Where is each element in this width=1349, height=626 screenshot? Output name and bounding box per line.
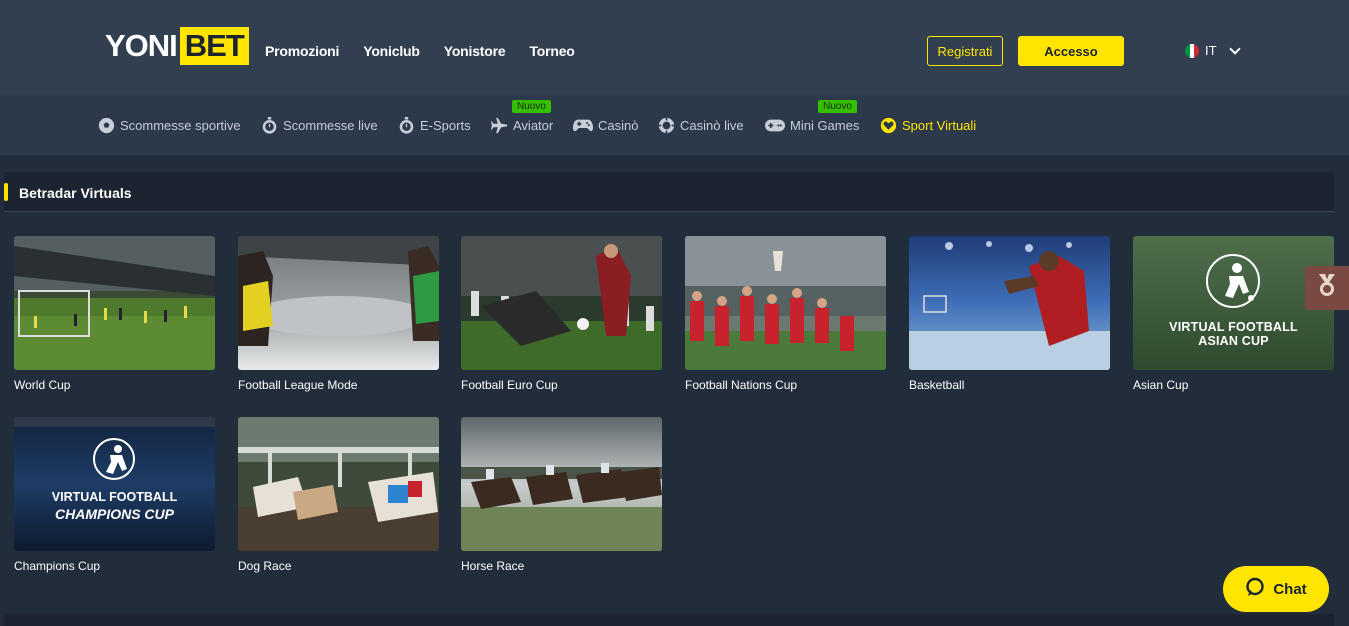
- subnav-aviator[interactable]: Nuovo Aviator: [491, 100, 554, 134]
- stopwatch-icon: [261, 117, 278, 134]
- thumbnail-caption: ASIAN CUP: [1198, 334, 1269, 348]
- logo-text-bet: BET: [179, 27, 249, 65]
- subnav-label: Scommesse live: [283, 118, 378, 133]
- game-title: Champions Cup: [14, 559, 101, 573]
- subnav-scommesse-sportive[interactable]: Scommesse sportive: [98, 117, 241, 134]
- game-card-horse-race[interactable]: Horse Race: [461, 417, 662, 573]
- game-card-dog-race[interactable]: Dog Race: [238, 417, 439, 573]
- subnav-label: E-Sports: [420, 118, 471, 133]
- subnav-mini-games[interactable]: Nuovo Mini Games: [765, 100, 860, 134]
- game-title: Horse Race: [461, 559, 525, 573]
- subnav-label: Mini Games: [790, 118, 860, 133]
- game-thumbnail[interactable]: [238, 236, 439, 370]
- login-button[interactable]: Accesso: [1018, 36, 1124, 66]
- medal-rewards-tab[interactable]: [1305, 266, 1349, 310]
- game-thumbnail[interactable]: VIRTUAL FOOTBALL ASIAN CUP: [1133, 236, 1334, 370]
- poker-chip-icon: [658, 117, 675, 134]
- game-thumbnail[interactable]: [685, 236, 886, 370]
- game-card-basketball[interactable]: Basketball: [909, 236, 1110, 392]
- game-title: Asian Cup: [1133, 378, 1189, 392]
- medal-icon: [1316, 273, 1338, 303]
- subnav-scommesse-live[interactable]: Scommesse live: [261, 117, 378, 134]
- game-title: Football Nations Cup: [685, 378, 798, 392]
- game-title: Football Euro Cup: [461, 378, 558, 392]
- game-title: Football League Mode: [238, 378, 358, 392]
- subnav-casino[interactable]: Casinò: [573, 117, 638, 134]
- subnav-label: Aviator: [513, 118, 554, 133]
- logo-text-yoni: YONI: [105, 28, 178, 63]
- thumbnail-caption: CHAMPIONS CUP: [54, 506, 174, 522]
- chat-bubble-icon: [1245, 577, 1265, 601]
- subnav-label: Sport Virtuali: [902, 118, 977, 133]
- heart-shield-icon: [880, 117, 897, 134]
- new-badge: Nuovo: [818, 100, 857, 113]
- plane-icon: [491, 117, 508, 134]
- game-title: World Cup: [14, 378, 71, 392]
- thumbnail-caption: VIRTUAL FOOTBALL: [51, 490, 178, 504]
- next-section-header: [4, 614, 1334, 626]
- soccer-ball-icon: [98, 117, 115, 134]
- chevron-down-icon: [1228, 42, 1241, 55]
- top-header: YONI BET Promozioni Yoniclub Yonistore T…: [0, 0, 1349, 95]
- game-card-football-nations-cup[interactable]: Football Nations Cup: [685, 236, 886, 392]
- game-card-world-cup[interactable]: World Cup: [14, 236, 215, 392]
- stopwatch-icon: [398, 117, 415, 134]
- nav-promozioni[interactable]: Promozioni: [265, 43, 339, 59]
- subnav-esports[interactable]: E-Sports: [398, 117, 471, 134]
- game-thumbnail[interactable]: [238, 417, 439, 551]
- language-code: IT: [1205, 43, 1217, 58]
- italy-flag-icon: [1185, 43, 1199, 58]
- section-title: Betradar Virtuals: [19, 185, 132, 201]
- chat-label: Chat: [1273, 580, 1307, 598]
- subnav-label: Casinò: [598, 118, 639, 133]
- main-nav: Promozioni Yoniclub Yonistore Torneo: [265, 43, 575, 59]
- section-accent-bar: [4, 183, 8, 201]
- game-card-football-league-mode[interactable]: Football League Mode: [238, 236, 439, 392]
- nav-yonistore[interactable]: Yonistore: [444, 43, 506, 59]
- game-thumbnail[interactable]: VIRTUAL FOOTBALL CHAMPIONS CUP: [14, 417, 215, 551]
- game-thumbnail[interactable]: [461, 236, 662, 370]
- language-selector[interactable]: IT: [1185, 42, 1241, 58]
- section-header: Betradar Virtuals: [4, 172, 1334, 212]
- yonibet-logo[interactable]: YONI BET: [105, 27, 249, 65]
- nav-yoniclub[interactable]: Yoniclub: [363, 43, 420, 59]
- game-title: Dog Race: [238, 559, 292, 573]
- game-card-asian-cup[interactable]: VIRTUAL FOOTBALL ASIAN CUP Asian Cup: [1133, 236, 1334, 392]
- gamepad-icon: [573, 117, 593, 134]
- game-thumbnail[interactable]: [909, 236, 1110, 370]
- game-title: Basketball: [909, 378, 965, 392]
- controller-icon: [765, 117, 785, 134]
- game-card-champions-cup[interactable]: VIRTUAL FOOTBALL CHAMPIONS CUP Champions…: [14, 417, 215, 573]
- new-badge: Nuovo: [512, 100, 551, 113]
- game-thumbnail[interactable]: [461, 417, 662, 551]
- subnav-sport-virtuali[interactable]: Sport Virtuali: [880, 117, 976, 134]
- subnav-label: Casinò live: [680, 118, 744, 133]
- subnav-label: Scommesse sportive: [120, 118, 241, 133]
- category-nav: Scommesse sportive Scommesse live E-Spor…: [0, 95, 1349, 155]
- thumbnail-caption: VIRTUAL FOOTBALL: [1169, 320, 1298, 334]
- register-button[interactable]: Registrati: [927, 36, 1003, 66]
- subnav-casino-live[interactable]: Casinò live: [658, 117, 744, 134]
- chat-button[interactable]: Chat: [1223, 566, 1329, 612]
- nav-torneo[interactable]: Torneo: [529, 43, 574, 59]
- game-card-football-euro-cup[interactable]: Football Euro Cup: [461, 236, 662, 392]
- game-thumbnail[interactable]: [14, 236, 215, 370]
